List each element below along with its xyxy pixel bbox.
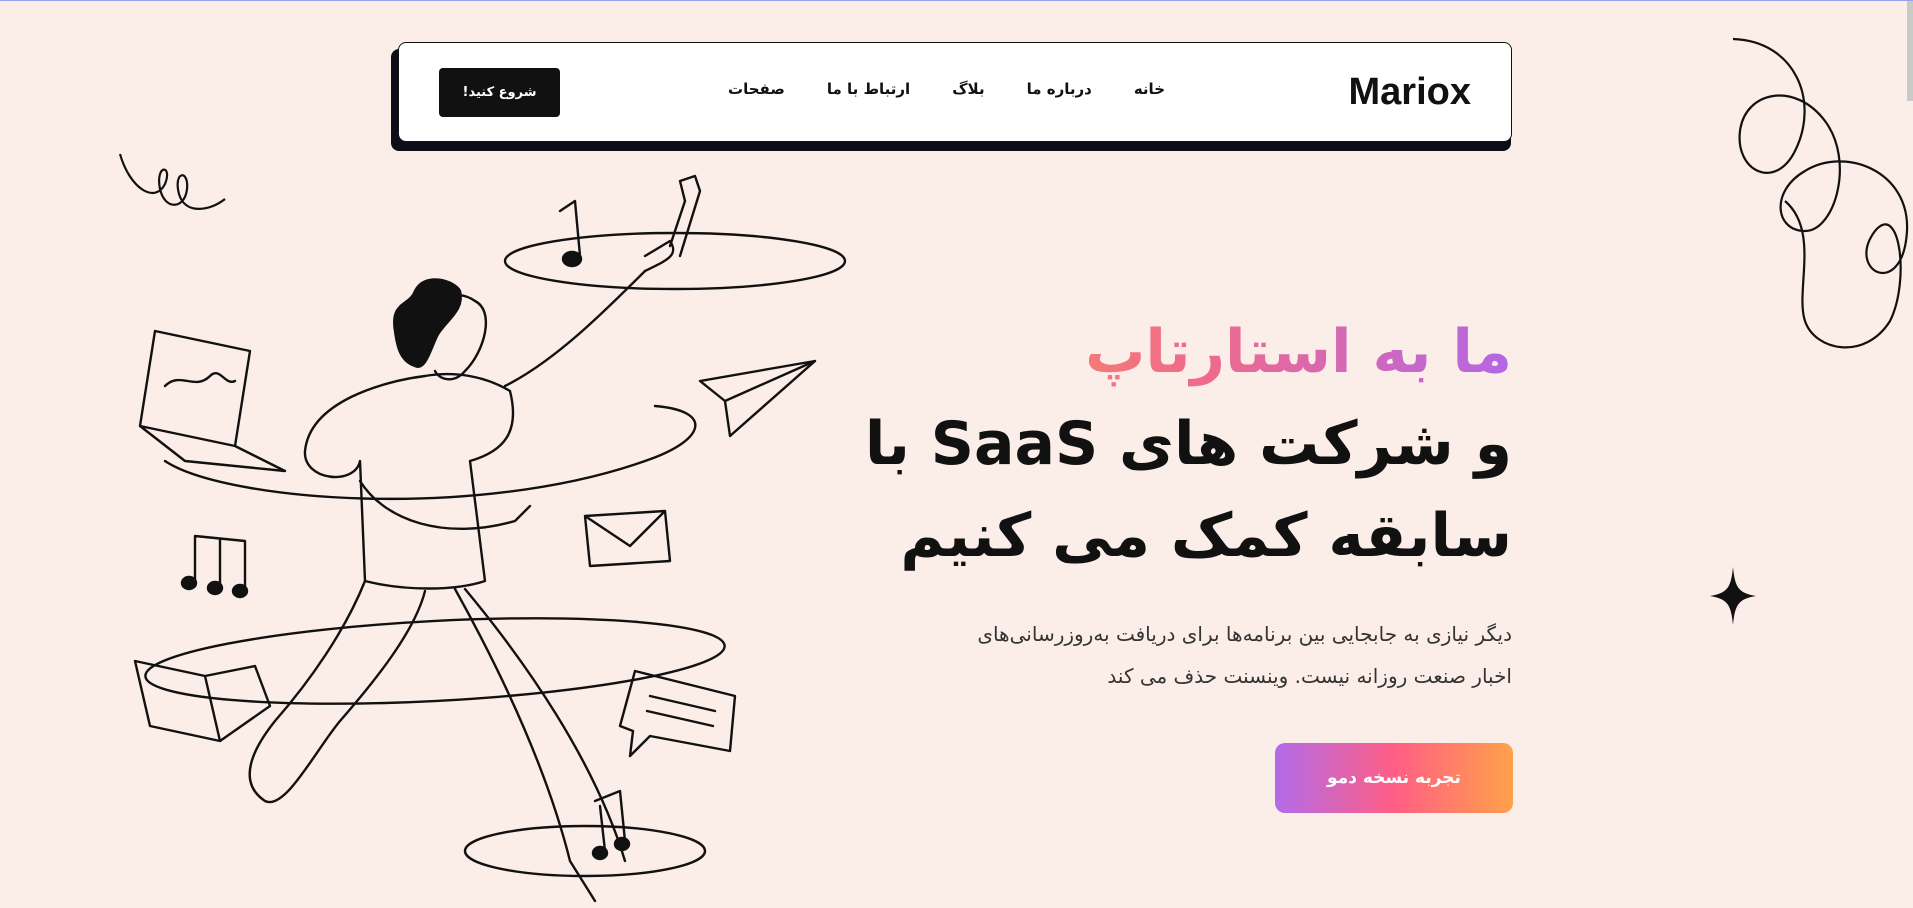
menu-item-about[interactable]: درباره ما [1027,80,1092,98]
tool-in-hand [668,174,702,258]
menu-item-blog[interactable]: بلاگ [952,80,984,98]
laptop-icon [138,329,287,473]
person-left-leg [248,579,427,804]
hero-description: دیگر نیازی به جابجایی بین برنامه‌ها برای… [892,613,1512,697]
person-lower-arm [358,479,532,531]
hero-title-highlight: ما به استارتاپ [812,306,1512,398]
paper-plane-icon [698,359,817,438]
main-menu: خانه درباره ما بلاگ ارتباط با ما صفحات [728,80,1165,98]
demo-button[interactable]: تجربه نسخه دمو [1275,743,1513,813]
hero-title-line3: سابقه کمک می کنیم [900,501,1512,571]
hero-heading: ما به استارتاپ و شرکت های SaaS با سابقه … [812,306,1512,582]
envelope-icon [583,509,672,568]
music-notes-left [193,534,247,588]
person-torso [303,373,515,590]
menu-item-home[interactable]: خانه [1134,80,1165,98]
chat-bubble-icon [618,669,737,758]
hero-title-line2: و شرکت های SaaS با [864,409,1512,479]
get-started-button[interactable]: شروع کنید! [439,68,560,117]
navbar: Mariox خانه درباره ما بلاگ ارتباط با ما … [398,42,1512,142]
person-hair [393,278,462,368]
person-multitasking-illustration [133,174,847,903]
orbit-line-top [503,231,847,291]
sparkle-star-icon [1710,567,1756,625]
orbit-line-middle [163,404,697,501]
menu-item-pages[interactable]: صفحات [728,80,785,98]
music-note-top [558,199,582,258]
menu-item-contact[interactable]: ارتباط با ما [827,80,910,98]
logo[interactable]: Mariox [1349,71,1471,114]
laptop-screen-graph [163,372,237,388]
orbit-line-lower [144,617,726,705]
chat-bubble-lines [645,694,717,728]
spiral-doodle-icon [1732,37,1909,349]
hero-description-line1: دیگر نیازی به جابجایی بین برنامه‌ها برای… [977,622,1512,646]
orbit-line-bottom [463,824,707,878]
hero-description-line2: اخبار صنعت روزانه نیست. وینسنت حذف می کن… [1107,664,1512,688]
